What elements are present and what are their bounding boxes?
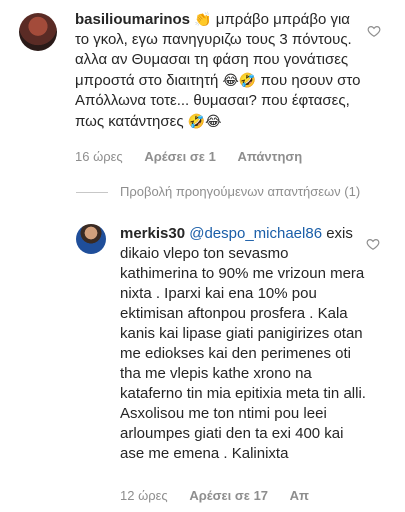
- avatar[interactable]: [76, 224, 106, 254]
- mention-link[interactable]: @despo_michael86: [189, 225, 322, 242]
- view-previous-label[interactable]: Προβολή προηγούμενων απαντήσεων (1): [120, 184, 360, 199]
- comment-body: exis dikaio vlepo ton sevasmo kathimerin…: [120, 225, 366, 462]
- heart-outline-icon[interactable]: [367, 24, 381, 38]
- comment-username[interactable]: merkis30: [120, 225, 185, 242]
- laugh-emoji: 😂🤣: [222, 72, 257, 88]
- comment-text: basilioumarinos 👏 μπράβο μπράβο για το γ…: [75, 9, 365, 132]
- comment-time: 12 ώρες: [120, 488, 168, 503]
- comment-meta: 16 ώρες Αρέσει σε 1 Απάντηση: [75, 149, 320, 164]
- reply-button[interactable]: Απάντηση: [237, 149, 302, 164]
- likes-count[interactable]: Αρέσει σε 1: [144, 149, 216, 164]
- clap-emoji: 👏: [194, 11, 212, 27]
- comment-meta: 12 ώρες Αρέσει σε 17 Απ: [120, 488, 327, 503]
- view-previous-replies[interactable]: Προβολή προηγούμενων απαντήσεων (1): [76, 184, 360, 199]
- avatar[interactable]: [19, 13, 57, 51]
- heart-outline-icon[interactable]: [366, 237, 380, 251]
- divider-line: [76, 192, 108, 194]
- likes-count[interactable]: Αρέσει σε 17: [189, 488, 268, 503]
- laugh-emoji-2: 🤣😂: [187, 113, 222, 129]
- comment-time: 16 ώρες: [75, 149, 123, 164]
- comment-text: merkis30 @despo_michael86 exis dikaio vl…: [120, 224, 370, 464]
- reply-button[interactable]: Απ: [290, 488, 309, 503]
- comment-username[interactable]: basilioumarinos: [75, 11, 190, 28]
